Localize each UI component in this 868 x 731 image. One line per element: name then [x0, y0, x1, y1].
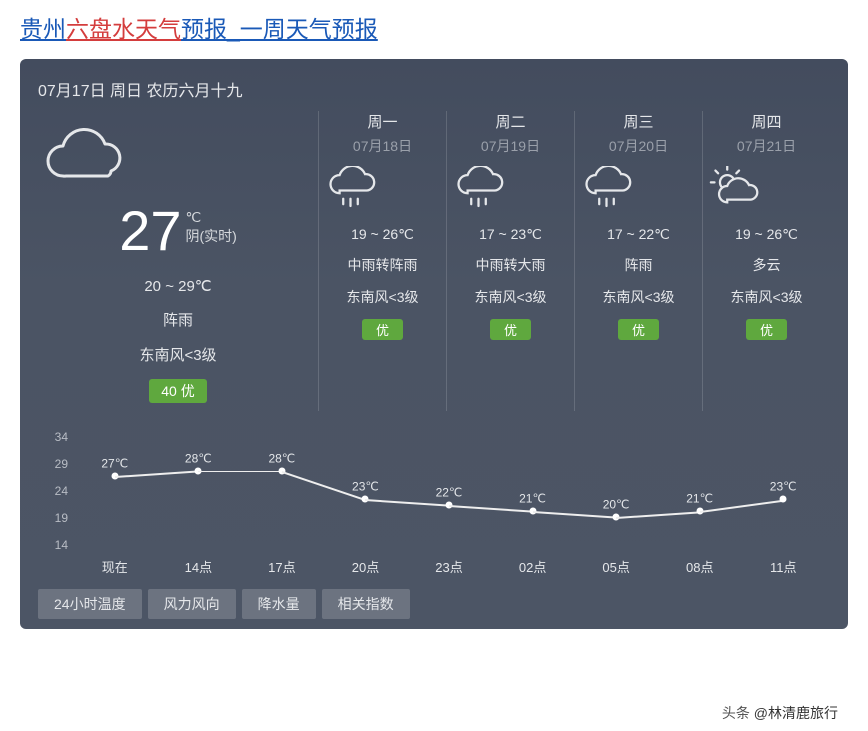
- current-temp: 27: [119, 203, 181, 259]
- day-name: 周一: [323, 111, 442, 132]
- day-date: 07月20日: [579, 136, 698, 156]
- rain-icon: [451, 166, 570, 216]
- x-tick: 17点: [240, 557, 324, 581]
- watermark-author: @林清鹿旅行: [754, 705, 838, 721]
- rain-icon: [323, 166, 442, 216]
- today-column: 27 ℃ 阴(实时) 20 ~ 29℃ 阵雨 东南风<3级 40 优: [38, 111, 318, 411]
- chart-point-label: 22℃: [436, 485, 463, 499]
- day-wind: 东南风<3级: [323, 287, 442, 307]
- chart-point-label: 23℃: [352, 480, 379, 494]
- day-name: 周二: [451, 111, 570, 132]
- day-range: 19 ~ 26℃: [707, 226, 826, 243]
- day-range: 19 ~ 26℃: [323, 226, 442, 243]
- forecast-day[interactable]: 周三 07月20日 17 ~ 22℃ 阵雨 东南风<3级 优: [574, 111, 702, 411]
- forecast-row: 周一 07月18日 19 ~ 26℃ 中雨转阵雨 东南风<3级 优 周二 07月…: [318, 111, 830, 411]
- day-range: 17 ~ 23℃: [451, 226, 570, 243]
- day-range: 17 ~ 22℃: [579, 226, 698, 243]
- x-tick: 23点: [407, 557, 491, 581]
- x-tick: 20点: [324, 557, 408, 581]
- chart-x-axis: 现在14点17点20点23点02点05点08点11点: [73, 557, 825, 581]
- y-tick: 19: [38, 512, 68, 524]
- day-aqi-badge: 优: [618, 319, 659, 340]
- date-line: 07月17日 周日 农历六月十九: [38, 77, 830, 101]
- x-tick: 05点: [574, 557, 658, 581]
- chart-segment: [616, 511, 702, 518]
- y-tick: 29: [38, 458, 68, 470]
- day-desc: 中雨转阵雨: [323, 255, 442, 275]
- top-panel: 27 ℃ 阴(实时) 20 ~ 29℃ 阵雨 东南风<3级 40 优 周一 07…: [38, 111, 830, 411]
- cloud-icon: [38, 126, 318, 191]
- chart-tab[interactable]: 相关指数: [322, 589, 410, 619]
- chart-point-label: 28℃: [185, 451, 212, 465]
- day-date: 07月21日: [707, 136, 826, 156]
- day-date: 07月18日: [323, 136, 442, 156]
- page-title[interactable]: 贵州六盘水天气预报_一周天气预报: [20, 10, 848, 44]
- y-tick: 34: [38, 431, 68, 443]
- y-tick: 24: [38, 485, 68, 497]
- watermark: 头条 @林清鹿旅行: [722, 703, 838, 723]
- day-wind: 东南风<3级: [451, 287, 570, 307]
- chart-tab[interactable]: 降水量: [242, 589, 316, 619]
- chart-point-label: 21℃: [519, 491, 546, 505]
- chart-segment: [449, 505, 535, 512]
- chart-tab[interactable]: 24小时温度: [38, 589, 142, 619]
- x-tick: 02点: [491, 557, 575, 581]
- forecast-day[interactable]: 周一 07月18日 19 ~ 26℃ 中雨转阵雨 东南风<3级 优: [318, 111, 446, 411]
- chart-tab[interactable]: 风力风向: [148, 589, 236, 619]
- hourly-chart: 34 29 24 19 14 27℃ 28℃ 28℃ 23℃ 22℃ 21℃ 20℃ 21℃ 23℃ 现…: [38, 431, 830, 581]
- day-desc: 中雨转大雨: [451, 255, 570, 275]
- chart-point-label: 21℃: [686, 491, 713, 505]
- chart-y-axis: 34 29 24 19 14: [38, 431, 68, 551]
- x-tick: 14点: [157, 557, 241, 581]
- watermark-head: 头条: [722, 705, 750, 721]
- today-desc: 阵雨: [38, 309, 318, 330]
- chart-segment: [115, 471, 201, 478]
- chart-point-label: 28℃: [268, 451, 295, 465]
- chart-point-label: 20℃: [603, 497, 630, 511]
- title-suffix: 预报_一周天气预报: [181, 16, 378, 42]
- chart-segment: [198, 471, 284, 473]
- day-wind: 东南风<3级: [707, 287, 826, 307]
- current-condition: 阴(实时): [185, 228, 236, 244]
- y-tick: 14: [38, 539, 68, 551]
- day-name: 周三: [579, 111, 698, 132]
- chart-segment: [365, 499, 451, 506]
- current-temp-row: 27 ℃ 阴(实时): [38, 203, 318, 259]
- chart-tabs: 24小时温度风力风向降水量相关指数: [38, 589, 830, 619]
- day-aqi-badge: 优: [362, 319, 403, 340]
- weather-card: 07月17日 周日 农历六月十九 27 ℃ 阴(实时) 20 ~ 29℃ 阵雨 …: [20, 59, 848, 629]
- x-tick: 08点: [658, 557, 742, 581]
- day-desc: 多云: [707, 255, 826, 275]
- today-wind: 东南风<3级: [38, 344, 318, 365]
- chart-point: [780, 496, 787, 503]
- x-tick: 11点: [742, 557, 826, 581]
- current-unit: ℃ 阴(实时): [185, 209, 236, 246]
- day-aqi-badge: 优: [746, 319, 787, 340]
- day-wind: 东南风<3级: [579, 287, 698, 307]
- title-prefix: 贵州: [20, 16, 66, 42]
- sun-cloud-icon: [707, 166, 826, 216]
- chart-segment: [532, 511, 618, 518]
- day-desc: 阵雨: [579, 255, 698, 275]
- day-date: 07月19日: [451, 136, 570, 156]
- chart-point-label: 27℃: [101, 457, 128, 471]
- x-tick: 现在: [73, 557, 157, 581]
- forecast-day[interactable]: 周四 07月21日 19 ~ 26℃ 多云 东南风<3级 优: [702, 111, 830, 411]
- chart-plot: 27℃ 28℃ 28℃ 23℃ 22℃ 21℃ 20℃ 21℃ 23℃: [73, 436, 825, 551]
- forecast-day[interactable]: 周二 07月19日 17 ~ 23℃ 中雨转大雨 东南风<3级 优: [446, 111, 574, 411]
- today-range: 20 ~ 29℃: [38, 277, 318, 295]
- day-name: 周四: [707, 111, 826, 132]
- rain-icon: [579, 166, 698, 216]
- today-aqi-badge: 40 优: [149, 379, 206, 403]
- chart-point-label: 23℃: [770, 480, 797, 494]
- title-highlight: 六盘水天气: [66, 16, 181, 42]
- day-aqi-badge: 优: [490, 319, 531, 340]
